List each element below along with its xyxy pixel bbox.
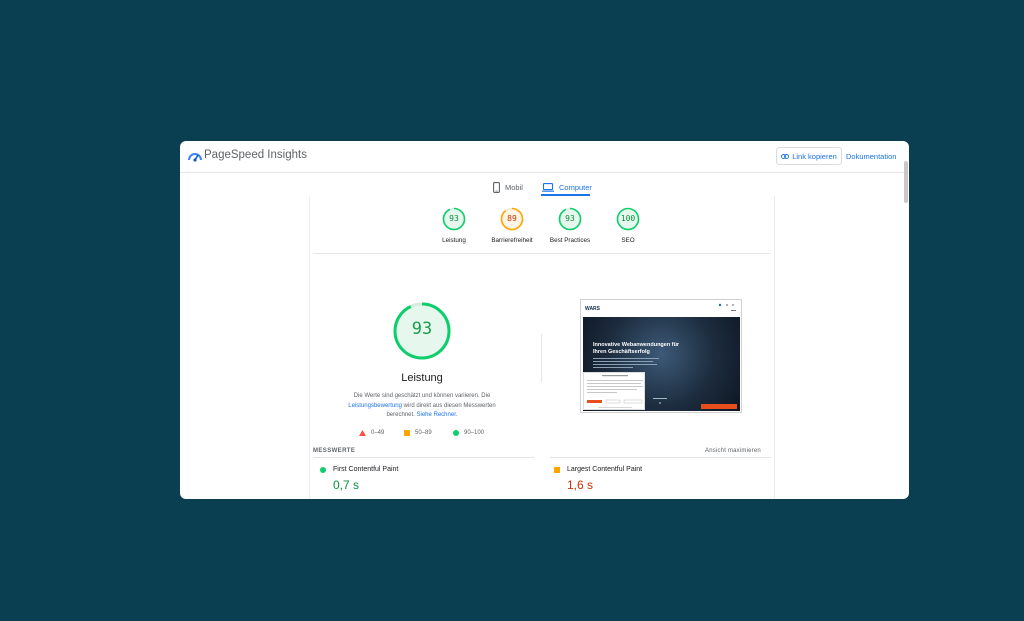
documentation-link[interactable]: Dokumentation — [846, 152, 896, 161]
screenshot-cookie-dialog — [583, 372, 645, 410]
copy-link-label: Link kopieren — [792, 151, 837, 161]
cookie-dialog-content — [587, 375, 643, 408]
circle-icon — [453, 430, 459, 436]
description-text: Die Werte sind geschätzt und können vari… — [353, 393, 491, 399]
scrollbar-thumb[interactable] — [904, 161, 908, 203]
metric-value: 1,6 s — [567, 478, 594, 492]
screenshot-hero-text-lines — [593, 358, 659, 368]
phone-icon — [493, 181, 500, 193]
screenshot-slider-dots — [653, 398, 667, 404]
tab-mobile-label: Mobil — [505, 182, 523, 192]
screenshot-logo: WARS — [585, 306, 600, 312]
link-icon — [781, 153, 790, 159]
screenshot-navbar: WARS — [581, 300, 741, 316]
section-divider — [541, 334, 542, 382]
legend-label: 90–100 — [464, 430, 485, 436]
square-icon — [404, 430, 410, 436]
metric-name: First Contentful Paint — [333, 466, 399, 473]
legend-pass: 90–100 — [453, 430, 484, 436]
gauge-value: 93 — [565, 214, 575, 223]
performance-score-value: 93 — [411, 319, 433, 339]
performance-description: Die Werte sind geschätzt und können vari… — [339, 392, 505, 421]
pagespeed-logo-icon — [188, 153, 202, 162]
metrics-divider — [550, 457, 771, 458]
legend-label: 0–49 — [371, 430, 385, 436]
screenshot-nav-icons — [718, 303, 736, 311]
pagespeed-window: PageSpeed Insights Link kopieren Dokumen… — [180, 141, 909, 499]
expand-view-link[interactable]: Ansicht maximieren — [705, 448, 761, 454]
gauge-value: 100 — [620, 214, 636, 223]
copy-link-button[interactable]: Link kopieren — [776, 147, 842, 165]
app-header: PageSpeed Insights Link kopieren Dokumen… — [180, 141, 909, 173]
legend-label: 50–89 — [415, 430, 432, 436]
performance-title: Leistung — [401, 372, 443, 384]
screenshot-cta-button — [701, 404, 737, 409]
page-screenshot: WARS Innovative Webanwendungen für Ihren… — [580, 299, 742, 413]
average-indicator-icon — [554, 467, 560, 473]
legend-average: 50–89 — [404, 430, 432, 436]
tab-desktop-label: Computer — [559, 182, 592, 192]
performance-score-link[interactable]: Leistungsbewertung — [348, 403, 402, 409]
metric-name: Largest Contentful Paint — [567, 466, 643, 473]
metric-value: 0,7 s — [333, 478, 360, 492]
metrics-heading: MESSWERTE — [313, 448, 356, 454]
gauge-value: 89 — [507, 214, 517, 223]
triangle-icon — [359, 430, 366, 436]
laptop-icon — [542, 182, 554, 192]
gauge-label: SEO — [621, 237, 635, 244]
screenshot-headline: Innovative Webanwendungen für Ihren Gesc… — [593, 342, 680, 355]
scores-divider — [313, 253, 771, 254]
pass-indicator-icon — [320, 467, 326, 473]
app-title: PageSpeed Insights — [204, 149, 307, 161]
gauge-value: 93 — [449, 214, 459, 223]
legend-fail: 0–49 — [359, 430, 384, 436]
tab-mobile[interactable]: Mobil — [493, 178, 523, 196]
calculator-link[interactable]: Siehe Rechner. — [417, 412, 458, 418]
metrics-divider — [313, 457, 534, 458]
